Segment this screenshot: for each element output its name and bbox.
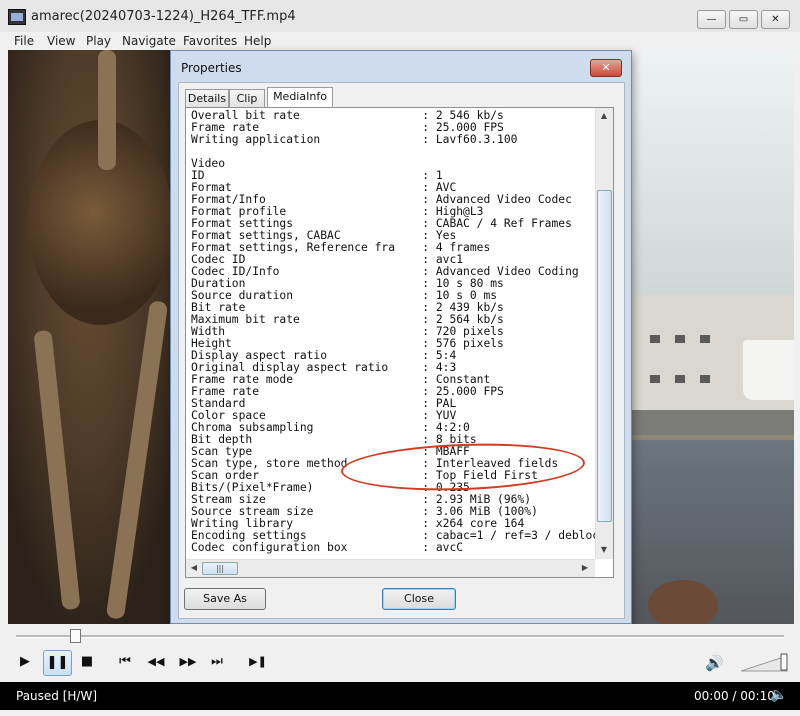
menu-favorites[interactable]: Favorites [183,34,237,48]
rewind-button[interactable]: ◀◀ [144,653,168,671]
app-icon [8,9,26,25]
status-text: Paused [H/W] [16,689,98,703]
dialog-title: Properties [181,61,242,75]
play-button[interactable]: ▶ [14,653,36,671]
seek-bar[interactable] [16,635,784,638]
scroll-down-icon[interactable]: ▼ [597,543,611,557]
video-rigging [8,50,183,624]
previous-button[interactable]: ⏮ [114,653,136,671]
pause-button[interactable]: ❚❚ [44,654,71,672]
mediainfo-line [191,146,596,158]
mediainfo-line: Writing application : Lavf60.3.100 [191,133,518,146]
mediainfo-panel: Overall bit rate : 2 546 kb/s Frame rate … [185,107,614,578]
video-boat [743,340,794,400]
forward-button[interactable]: ▶▶ [176,653,200,671]
time-display: 00:00 / 00:10 [694,689,775,703]
seek-thumb[interactable] [70,629,81,643]
title-bar: amarec(20240703-1224)_H264_TFF.mp4 — ▭ ✕ [0,0,800,33]
frame-step-button[interactable]: ▶❚ [247,653,269,671]
dialog-body: Details Clip MediaInfo Overall bit rate … [178,82,625,619]
mediainfo-text[interactable]: Overall bit rate : 2 546 kb/s Frame rate … [191,110,596,560]
close-button[interactable]: Close [382,588,456,610]
mute-icon[interactable]: 🔈 [770,687,787,703]
video-people [648,580,718,624]
scroll-right-icon[interactable]: ▶ [578,561,592,575]
close-window-button[interactable]: ✕ [761,10,790,29]
properties-dialog: Properties ✕ Details Clip MediaInfo Over… [170,50,632,624]
menu-view[interactable]: View [47,34,75,48]
menu-help[interactable]: Help [244,34,271,48]
volume-slider[interactable] [741,652,789,672]
horizontal-scroll-thumb[interactable]: ||| [202,562,238,575]
vertical-scroll-thumb[interactable] [597,190,612,522]
dialog-close-icon[interactable]: ✕ [590,59,622,77]
tab-mediainfo[interactable]: MediaInfo [267,87,333,108]
menu-bar: File View Play Navigate Favorites Help [0,32,800,50]
vertical-scrollbar[interactable]: ▲ ▼ [595,108,613,559]
tab-details[interactable]: Details [185,89,229,107]
save-as-button[interactable]: Save As [184,588,266,610]
stop-button[interactable]: ■ [78,653,96,671]
menu-file[interactable]: File [14,34,34,48]
speaker-icon[interactable]: 🔊 [705,654,727,672]
tab-clip[interactable]: Clip [229,89,265,107]
horizontal-scrollbar[interactable]: ◀ ||| ▶ [186,559,595,577]
minimize-button[interactable]: — [697,10,726,29]
scroll-left-icon[interactable]: ◀ [187,561,201,575]
status-bar: Paused [H/W] 00:00 / 00:10 🔈 [0,682,800,710]
playback-controls: ▶ ❚❚ ■ ⏮ ◀◀ ▶▶ ⏭ ▶❚ 🔊 [0,624,800,682]
menu-play[interactable]: Play [86,34,111,48]
next-button[interactable]: ⏭ [206,653,228,671]
menu-navigate[interactable]: Navigate [122,34,176,48]
window-title: amarec(20240703-1224)_H264_TFF.mp4 [31,9,296,24]
maximize-button[interactable]: ▭ [729,10,758,29]
scroll-up-icon[interactable]: ▲ [597,109,611,123]
video-pier [630,410,794,435]
mediainfo-line: Codec configuration box : avcC [191,541,464,554]
